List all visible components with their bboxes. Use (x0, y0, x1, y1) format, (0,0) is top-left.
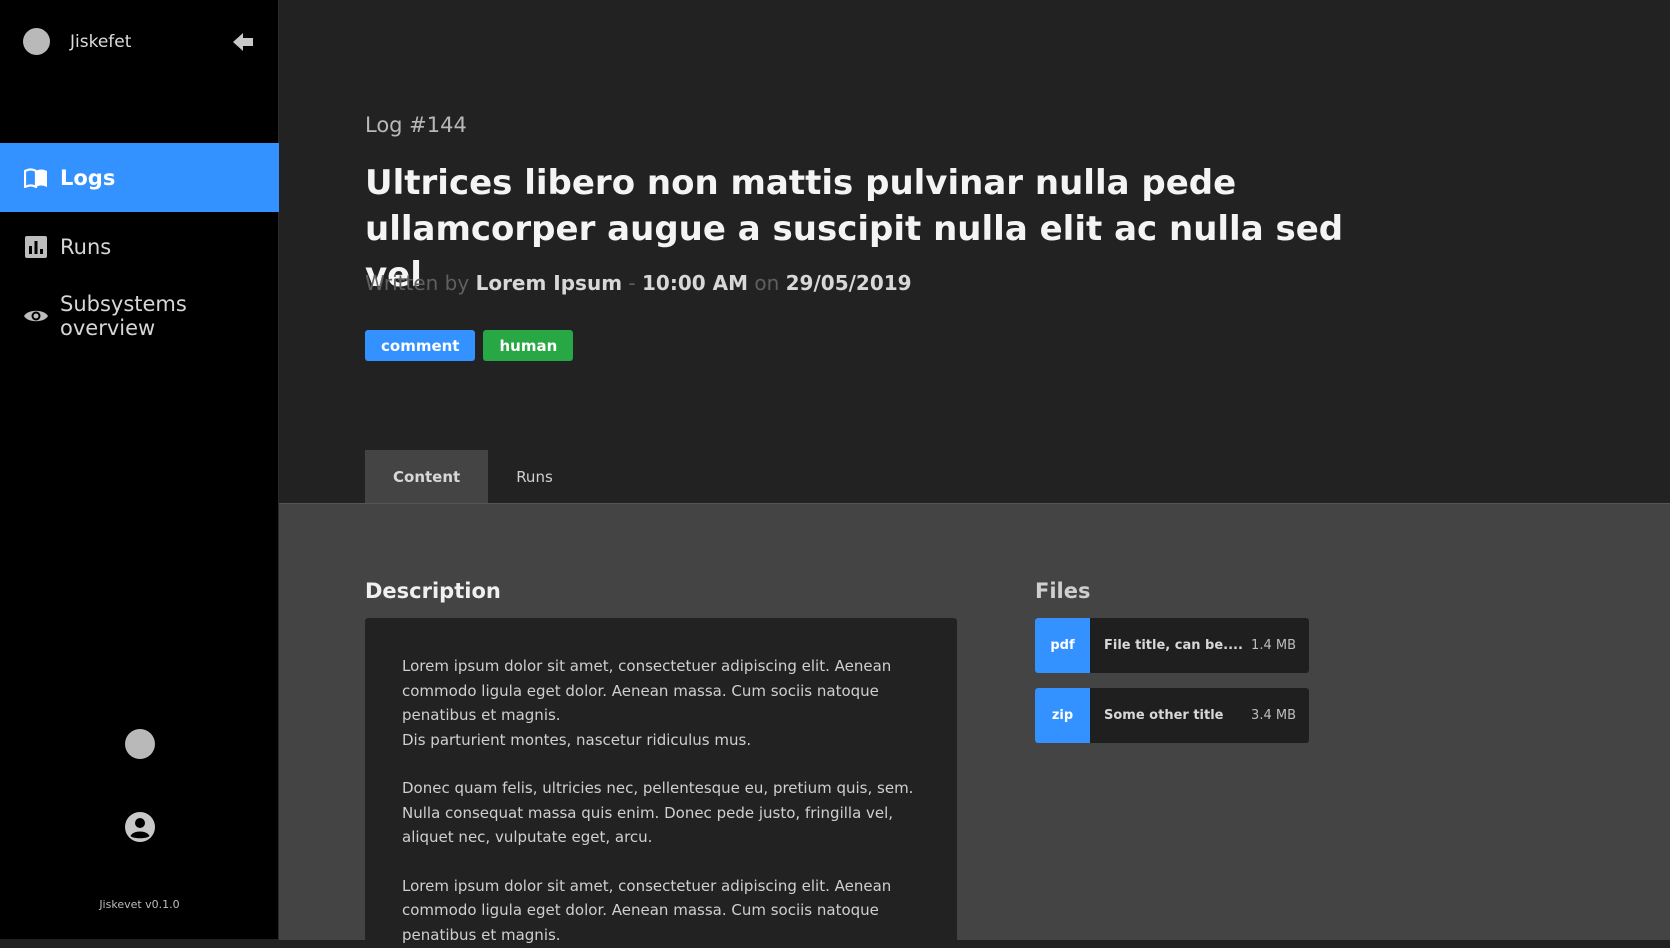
status-dot[interactable] (125, 729, 155, 759)
sidebar-item-logs[interactable]: Logs (0, 143, 279, 212)
tag-human[interactable]: human (483, 330, 574, 361)
description-heading: Description (365, 579, 501, 603)
tag-list: comment human (365, 330, 574, 361)
log-time: 10:00 AM (641, 271, 748, 295)
log-meta: Written by Lorem Ipsum - 10:00 AM on 29/… (365, 271, 912, 295)
log-id: Log #144 (365, 113, 467, 137)
bar-chart-icon (24, 235, 48, 259)
sidebar-item-label: Subsystems overview (60, 291, 187, 340)
author-name: Lorem Ipsum (475, 271, 623, 295)
brand-name: Jiskefet (70, 31, 132, 52)
tab-bar: Content Runs (365, 450, 581, 503)
user-account-icon[interactable] (124, 811, 156, 843)
eye-icon (24, 304, 48, 328)
file-size: 3.4 MB (1251, 708, 1296, 723)
sidebar-item-label: Runs (60, 234, 112, 259)
description-paragraph: Lorem ipsum dolor sit amet, consectetuer… (402, 876, 892, 944)
description-box: Lorem ipsum dolor sit amet, consectetuer… (365, 618, 957, 948)
log-date: 29/05/2019 (785, 271, 912, 295)
sidebar: Jiskefet Logs Runs Subsystems overview J… (0, 0, 279, 939)
file-size: 1.4 MB (1251, 638, 1296, 653)
on-label: on (754, 271, 780, 295)
sidebar-nav: Logs Runs Subsystems overview (0, 143, 279, 350)
app-version: Jiskevet v0.1.0 (99, 898, 180, 911)
sidebar-item-subsystems[interactable]: Subsystems overview (0, 281, 279, 350)
written-by-label: Written by (365, 271, 470, 295)
file-type-badge: zip (1035, 688, 1090, 743)
meta-separator: - (628, 271, 636, 295)
brand[interactable]: Jiskefet (23, 28, 131, 55)
tab-content[interactable]: Content (365, 450, 489, 503)
files-heading: Files (1035, 579, 1091, 603)
file-type-badge: pdf (1035, 618, 1090, 673)
brand-logo (23, 28, 50, 55)
file-item[interactable]: pdf File title, can be.... 1.4 MB (1035, 618, 1309, 673)
description-paragraph: Donec quam felis, ultricies nec, pellent… (402, 779, 914, 846)
tag-comment[interactable]: comment (365, 330, 476, 361)
file-name: Some other title (1104, 708, 1224, 723)
file-item[interactable]: zip Some other title 3.4 MB (1035, 688, 1309, 743)
tab-runs[interactable]: Runs (488, 450, 581, 503)
sidebar-item-label: Logs (60, 165, 116, 190)
collapse-arrow-icon[interactable] (232, 32, 254, 52)
description-paragraph: Lorem ipsum dolor sit amet, consectetuer… (402, 657, 892, 749)
file-name: File title, can be.... (1104, 638, 1243, 653)
book-icon (24, 166, 48, 190)
content-panel: Description Lorem ipsum dolor sit amet, … (279, 503, 1670, 948)
sidebar-item-runs[interactable]: Runs (0, 212, 279, 281)
